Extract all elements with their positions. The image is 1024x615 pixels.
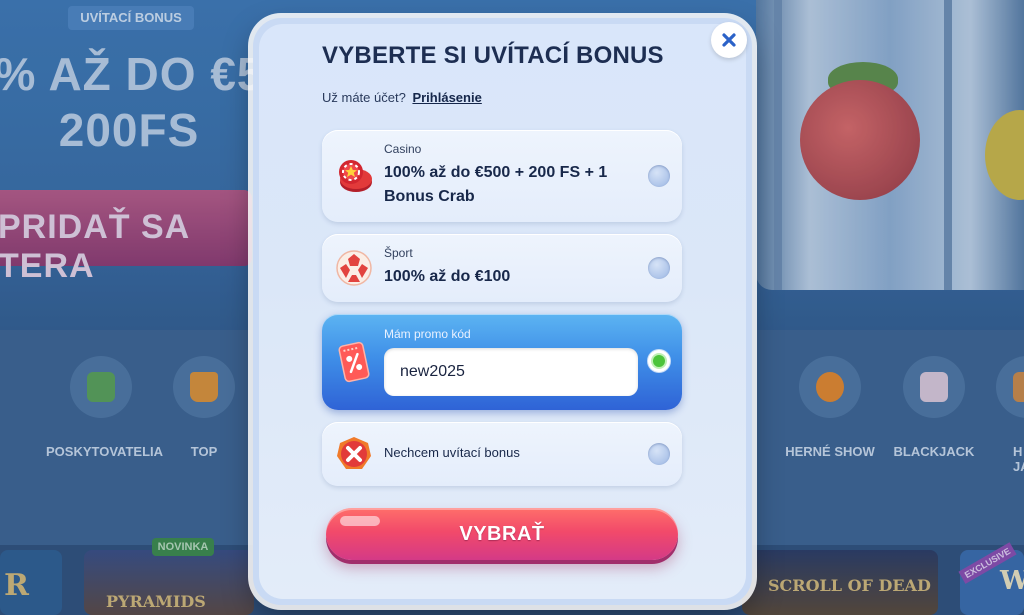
bonus-option-casino[interactable]: Casino 100% až do €500 + 200 FS + 1 Bonu… [322,130,682,222]
red-x-icon [334,434,374,474]
casino-chips-icon [334,156,374,196]
promo-code-input[interactable] [384,348,638,396]
modal-title: VYBERTE SI UVÍTACÍ BONUS [322,42,664,69]
coupon-percent-icon [334,340,374,383]
option-label: Nechcem uvítací bonus [384,445,520,460]
close-icon [722,33,736,47]
login-link[interactable]: Prihlásenie [412,90,481,105]
option-offer: 100% až do €100 [384,268,511,285]
bonus-option-no-bonus[interactable]: Nechcem uvítací bonus [322,422,682,486]
account-prompt: Už máte účet? Prihlásenie [322,90,482,105]
option-category: Casino [384,142,422,156]
select-bonus-button[interactable]: VYBRAŤ [326,508,678,560]
bonus-option-sport[interactable]: Šport 100% až do €100 [322,234,682,302]
radio-promo-code[interactable] [648,350,670,372]
option-offer: 100% až do €500 + 200 FS + 1 Bonus Crab [384,161,607,209]
option-category: Šport [384,246,413,260]
radio-selected-dot [653,355,665,367]
football-icon [334,248,374,288]
close-button[interactable] [711,22,747,58]
account-prompt-text: Už máte účet? [322,90,406,105]
radio-sport[interactable] [648,257,670,279]
bonus-option-promo-code[interactable]: Mám promo kód [322,314,682,410]
option-category: Mám promo kód [384,327,471,341]
radio-no-bonus[interactable] [648,443,670,465]
option-offer-line1: 100% až do €500 + 200 FS + 1 [384,164,608,181]
option-offer-line2: Bonus Crab [384,188,475,205]
radio-casino[interactable] [648,165,670,187]
